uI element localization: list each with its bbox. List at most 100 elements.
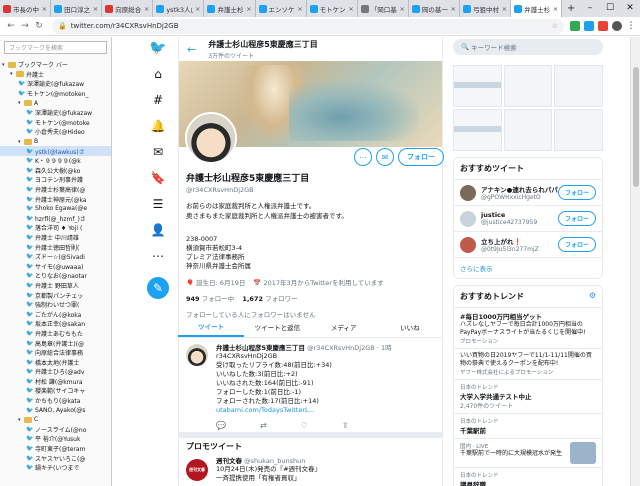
bookmark-item[interactable]: 🐦 鍋キチ(いつまで [0,463,111,473]
extension-icon[interactable] [598,21,608,31]
close-window-icon[interactable]: ✕ [620,0,640,17]
bookmark-item[interactable]: 🐦 モトケン(@motoke [0,118,111,128]
lists-icon[interactable]: ☰ [145,193,171,215]
minimize-icon[interactable]: – [580,0,600,17]
bookmark-item[interactable]: 🐦 hzrfl(@_hzmf_)さ [0,214,111,224]
browser-tab[interactable]: 弁護士杉 × [511,0,563,17]
bookmark-item[interactable]: 🐦 SANO, Ayako(@s [0,405,111,415]
tab-close-icon[interactable]: × [195,5,200,13]
bookmark-item[interactable]: 🐦 かちもり(@kata [0,396,111,406]
account-avatar[interactable] [460,184,476,201]
bookmark-item[interactable]: 🐦 Shoko Egawa(@e [0,204,111,214]
bookmark-star-icon[interactable]: ☆ [552,22,558,30]
back-icon[interactable]: ← [4,21,18,31]
account-avatar[interactable] [460,210,476,227]
suggested-account[interactable]: 立ち上がれ❗ @0t9Ju5l3n277mjZ フォロー [454,232,602,258]
browser-tab[interactable]: 岡の基一 × [409,0,460,17]
trend-item[interactable]: #毎日1000万円相当ゲット ハズレなしヤフーで毎日合計1000万円相当のPayP… [454,308,602,349]
profile-icon[interactable] [612,21,622,31]
tab-close-icon[interactable]: × [502,5,507,13]
twitter-search-input[interactable]: 🔍 キーワード検索 [453,39,603,55]
bookmark-item[interactable]: 🐦 ヨコテン刑事弁護 [0,175,111,185]
bookmark-item[interactable]: 🐦 森久公大樹(@ko [0,166,111,176]
followers-link[interactable]: 1,672 フォロワー [242,295,297,303]
bookmark-folder[interactable]: ▾ C [0,415,111,425]
tab-close-icon[interactable]: × [246,5,251,13]
tab-tweets-replies[interactable]: ツイートと返信 [244,317,310,337]
trend-item[interactable]: 日本のトレンド 議員辞職 [454,468,602,486]
tweet-avatar[interactable] [186,344,208,366]
bookmarks-icon[interactable]: 🔖 [145,167,171,189]
following-link[interactable]: 949 フォロー中 [186,295,234,303]
tab-close-icon[interactable]: × [93,5,98,13]
bookmark-item[interactable]: 🐦 弁護士 野田草人 [0,281,111,291]
tab-likes[interactable]: いいね [377,317,443,337]
follow-button[interactable]: フォロー [557,211,596,226]
bookmark-item[interactable]: 🐦 平 裕介(@Yusuk [0,434,111,444]
bookmark-item[interactable]: 🐦 ズドー☆(@Sivadi [0,252,111,262]
bookmark-folder[interactable]: ▾ 弁護士 [0,70,111,80]
trend-item[interactable]: いい買物の日2019ヤフーで11/1-11/11開催の買物の祭典で使えるクーポン… [454,349,602,380]
bookmark-item[interactable]: 🐦 小倉秀夫(@Hideo [0,127,111,137]
trend-item[interactable]: 日本のトレンド 大学入学共通テスト中止 2,470件のツイート [454,380,602,414]
account-avatar[interactable] [460,236,476,253]
reload-icon[interactable]: ↻ [32,21,46,31]
explore-icon[interactable]: # [145,89,171,111]
reply-icon[interactable]: 💬 [216,421,226,430]
bookmark-item[interactable]: 🐦 ystk(@lawkus)さ [0,146,111,156]
bookmark-search-input[interactable]: ブックマークを検索 [4,41,107,54]
browser-tab[interactable]: 田口淳之 × [51,0,103,17]
page-scrollbar[interactable] [630,37,640,486]
like-icon[interactable]: ♡ [301,421,308,430]
tweet-author[interactable]: 弁護士杉山程彦5東慶應三丁目 [216,344,305,352]
follow-button[interactable]: フォロー [557,185,596,200]
tweet[interactable]: 弁護士杉山程彦5東慶應三丁目 @r34CXRsvHnDj2GB · 1時 r34… [178,340,443,430]
menu-icon[interactable]: ⋮ [626,21,636,31]
tab-close-icon[interactable]: × [348,5,353,13]
tab-close-icon[interactable]: × [297,5,302,13]
forward-icon[interactable]: → [18,21,32,31]
tab-close-icon[interactable]: × [42,5,47,13]
media-thumbnail[interactable] [453,109,502,151]
follow-button[interactable]: フォロー [398,148,444,166]
bookmark-item[interactable]: 🐦 向原総合法律事務 [0,348,111,358]
show-more-link[interactable]: さらに表示 [454,258,602,278]
more-options-icon[interactable]: ⋯ [354,148,372,166]
bookmark-item[interactable]: 🐦 高島章(弁護士)(@ [0,338,111,348]
media-thumbnail[interactable] [554,109,603,151]
new-tab-button[interactable]: + [562,0,580,17]
trend-item[interactable]: 日本のトレンド 千葉駅前 [454,414,602,439]
bookmark-item[interactable]: 🐦 弁護士徳田哲則( [0,242,111,252]
media-thumbnail[interactable] [453,65,502,107]
url-field[interactable]: 🔒 twitter.com/r34CXRsvHnDj2GB ☆ [52,18,564,34]
profile-icon[interactable]: 👤 [145,219,171,241]
extension-icon[interactable] [570,21,580,31]
media-thumbnail[interactable] [503,109,553,151]
tweet-link[interactable]: utabami.com/TodaysTwitterL... [216,406,435,415]
tab-close-icon[interactable]: × [144,5,149,13]
tab-media[interactable]: メディア [311,317,377,337]
bookmark-item[interactable]: 🐦 K・９９９９(@k [0,156,111,166]
share-icon[interactable]: ⇪ [342,421,349,430]
trend-item[interactable]: 国内 · LIVE 千葉駅前で一時的に大規模冠水が発生 [454,439,602,468]
compose-tweet-icon[interactable]: ✎ [147,277,169,299]
browser-tab[interactable]: 弁護士杉 × [204,0,256,17]
bookmark-item[interactable]: 🐦 坂本正幸(@sakan [0,319,111,329]
extension-icon[interactable] [584,21,594,31]
suggested-account[interactable]: アナキン●連れ去られパパ @gPOWHxxicHgetO フォロー [454,180,602,206]
more-icon[interactable]: ⋯ [145,245,171,267]
browser-tab[interactable]: 市長の中 × [0,0,52,17]
promoted-tweet[interactable]: 週刊文春 週刊文春 @shukan_bunshun 10月24日(木)発売の『#… [178,455,443,483]
tab-close-icon[interactable]: × [451,5,456,13]
home-icon[interactable]: ⌂ [145,63,171,85]
bookmark-folder[interactable]: ▾ ブックマーク バー [0,60,111,70]
bookmark-item[interactable]: 🐦 寺町東子(@teram [0,444,111,454]
bookmark-item[interactable]: 🐦 弁護士あむちもた [0,329,111,339]
media-thumbnail[interactable] [503,65,553,107]
bookmark-folder[interactable]: ▾ B [0,137,111,147]
promoted-avatar[interactable]: 週刊文春 [186,459,208,481]
messages-icon[interactable]: ✉ [145,141,171,163]
tab-close-icon[interactable]: × [399,5,404,13]
back-arrow-icon[interactable]: ← [187,43,196,56]
bookmark-item[interactable]: 🐦 村松 謙(@kmura [0,377,111,387]
